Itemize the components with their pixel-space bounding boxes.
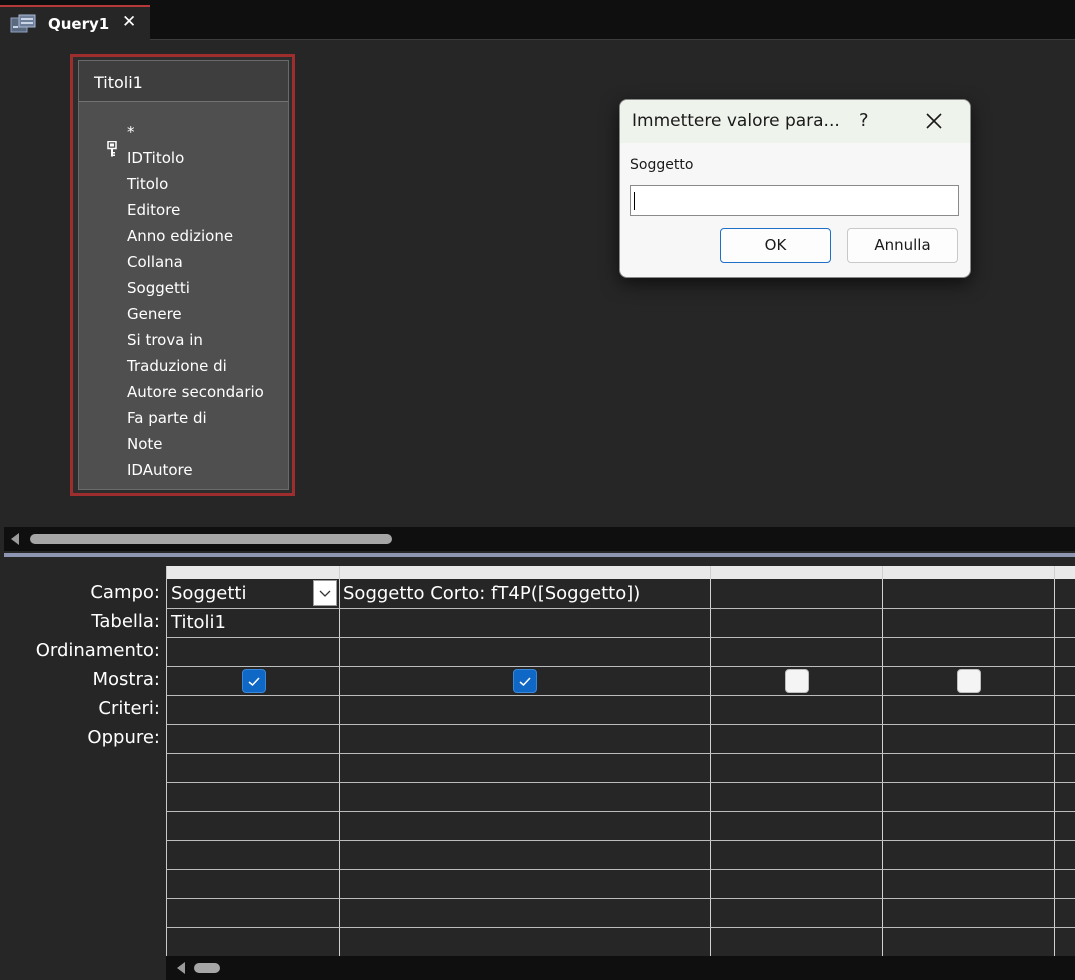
field-item-collana[interactable]: Collana xyxy=(127,253,183,271)
row-divider xyxy=(167,608,1075,609)
checkmark-icon xyxy=(248,677,260,687)
row-divider xyxy=(167,869,1075,870)
scrollbar-thumb[interactable] xyxy=(30,534,392,544)
chevron-down-icon xyxy=(319,590,331,597)
row-divider xyxy=(167,695,1075,696)
field-item-editore[interactable]: Editore xyxy=(127,201,180,219)
grid-scrollbar[interactable] xyxy=(166,956,1075,980)
row-divider xyxy=(167,840,1075,841)
row-divider xyxy=(167,782,1075,783)
column-selector-bar[interactable] xyxy=(167,566,1075,579)
tab-title: Query1 xyxy=(48,15,110,33)
mostra-checkbox-col4[interactable] xyxy=(957,669,981,693)
field-item-fa-parte-di[interactable]: Fa parte di xyxy=(127,409,207,427)
row-divider xyxy=(167,811,1075,812)
mostra-checkbox-col3[interactable] xyxy=(785,669,809,693)
tab-close-button[interactable]: ✕ xyxy=(122,12,136,32)
field-list-header[interactable]: Titoli1 xyxy=(79,61,288,102)
row-divider xyxy=(167,637,1075,638)
field-list-body: Titoli1 * IDTitolo Titolo Editore Anno e… xyxy=(78,60,289,490)
dialog-titlebar[interactable]: Immettere valore para... ? xyxy=(620,100,970,143)
close-icon[interactable] xyxy=(923,110,945,132)
field-item-si-trova-in[interactable]: Si trova in xyxy=(127,331,203,349)
dialog-title: Immettere valore para... xyxy=(632,111,840,131)
row-divider xyxy=(167,927,1075,928)
row-label-tabella: Tabella: xyxy=(91,611,160,632)
ok-button[interactable]: OK xyxy=(720,228,831,263)
parameter-prompt-label: Soggetto xyxy=(630,157,694,173)
primary-key-icon xyxy=(107,141,117,157)
query-icon xyxy=(10,14,36,33)
row-divider xyxy=(167,724,1075,725)
field-item-idtitolo[interactable]: IDTitolo xyxy=(127,149,184,167)
mostra-checkbox-col1[interactable] xyxy=(242,669,266,693)
row-label-criteri: Criteri: xyxy=(98,698,160,719)
campo-dropdown-button[interactable] xyxy=(313,580,337,606)
tabella-cell-col1[interactable]: Titoli1 xyxy=(171,612,226,633)
scroll-left-arrow-icon[interactable] xyxy=(11,533,19,545)
field-item-anno-edizione[interactable]: Anno edizione xyxy=(127,227,233,245)
campo-cell-col1[interactable]: Soggetti xyxy=(171,583,246,604)
cancel-button[interactable]: Annulla xyxy=(847,228,958,263)
row-label-oppure: Oppure: xyxy=(87,727,160,748)
parameter-dialog: Immettere valore para... ? Soggetto OK A… xyxy=(619,99,971,278)
row-label-mostra: Mostra: xyxy=(92,669,160,690)
row-divider xyxy=(167,666,1075,667)
text-caret xyxy=(634,192,635,210)
table-field-list[interactable]: Titoli1 * IDTitolo Titolo Editore Anno e… xyxy=(70,54,295,496)
parameter-value-input[interactable] xyxy=(630,185,959,216)
design-pane-scrollbar[interactable] xyxy=(4,527,1075,551)
tab-query1[interactable]: Query1 ✕ xyxy=(0,5,150,40)
scrollbar-thumb[interactable] xyxy=(194,963,220,973)
scroll-left-arrow-icon[interactable] xyxy=(177,962,185,974)
row-divider xyxy=(167,753,1075,754)
row-label-campo: Campo: xyxy=(90,582,160,603)
query-design-grid[interactable] xyxy=(166,566,1075,956)
document-tab-bar: Query1 ✕ xyxy=(0,0,1075,40)
field-item-autore-secondario[interactable]: Autore secondario xyxy=(127,383,264,401)
field-item-traduzione-di[interactable]: Traduzione di xyxy=(127,357,227,375)
tab-bar-divider xyxy=(0,39,1075,40)
field-item-idautore[interactable]: IDAutore xyxy=(127,461,193,479)
field-item-note[interactable]: Note xyxy=(127,435,163,453)
field-item-genere[interactable]: Genere xyxy=(127,305,182,323)
field-list-title: Titoli1 xyxy=(94,73,143,92)
campo-cell-col2[interactable]: Soggetto Corto: fT4P([Soggetto]) xyxy=(343,583,640,604)
field-item-titolo[interactable]: Titolo xyxy=(127,175,168,193)
field-item-soggetti[interactable]: Soggetti xyxy=(127,279,190,297)
row-divider xyxy=(167,898,1075,899)
mostra-checkbox-col2[interactable] xyxy=(513,669,537,693)
help-button[interactable]: ? xyxy=(859,110,869,131)
row-label-ordinamento: Ordinamento: xyxy=(35,640,160,661)
field-item-all[interactable]: * xyxy=(127,123,135,141)
checkmark-icon xyxy=(519,677,531,687)
